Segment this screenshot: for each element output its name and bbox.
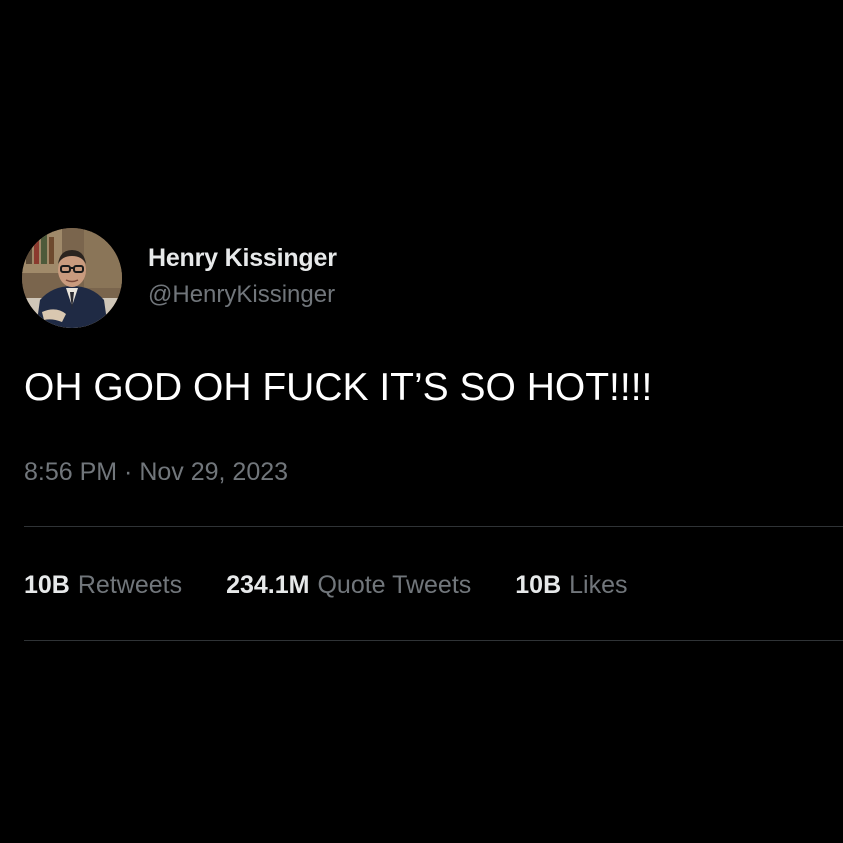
tweet-card: Henry Kissinger @HenryKissinger OH GOD O… [0,0,843,843]
engagement-stats: 10B Retweets 234.1M Quote Tweets 10B Lik… [24,566,628,604]
quote-tweets-stat[interactable]: 234.1M Quote Tweets [226,566,471,604]
retweets-stat[interactable]: 10B Retweets [24,566,182,604]
author-names: Henry Kissinger @HenryKissinger [148,242,337,310]
tweet-timestamp[interactable]: 8:56 PM · Nov 29, 2023 [24,454,288,490]
user-handle[interactable]: @HenryKissinger [148,280,337,310]
likes-label: Likes [569,571,628,599]
avatar[interactable] [22,228,122,328]
profile-photo-icon [22,228,122,328]
divider [24,640,843,641]
divider [24,526,843,527]
tweet-text: OH GOD OH FUCK IT’S SO HOT!!!! [24,366,653,409]
tweet-author: Henry Kissinger @HenryKissinger [22,228,337,328]
display-name[interactable]: Henry Kissinger [148,242,337,274]
retweets-count: 10B [24,571,70,599]
quote-tweets-count: 234.1M [226,571,310,599]
likes-count: 10B [515,571,562,599]
likes-stat[interactable]: 10B Likes [515,566,627,604]
retweets-label: Retweets [77,571,183,599]
quote-tweets-label: Quote Tweets [317,571,472,599]
